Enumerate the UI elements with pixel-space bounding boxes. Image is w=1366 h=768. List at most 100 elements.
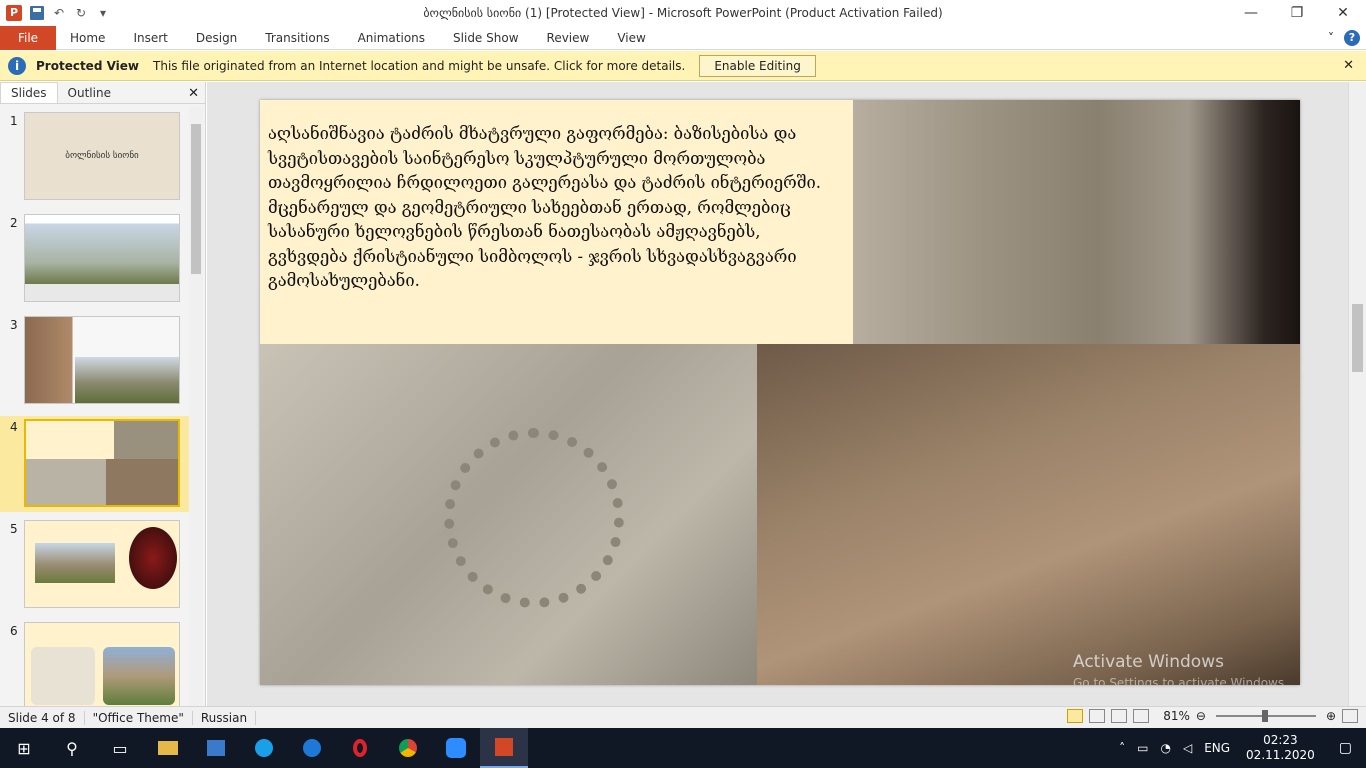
slide-indicator: Slide 4 of 8 <box>0 710 85 725</box>
slide-editor: აღსანიშნავია ტაძრის მხატვრული გაფორმება:… <box>207 82 1348 706</box>
normal-view-icon[interactable] <box>1067 709 1084 723</box>
tab-slide-show[interactable]: Slide Show <box>439 26 532 50</box>
slide-thumbnail-4[interactable]: 4 <box>0 416 190 512</box>
protected-view-title: Protected View <box>36 58 140 73</box>
restore-button[interactable]: ❐ <box>1274 0 1320 26</box>
zoom-out-icon[interactable]: ⊖ <box>1196 709 1206 723</box>
zoom-slider-knob[interactable] <box>1261 710 1268 722</box>
slide-preview-portrait <box>129 527 177 589</box>
slide-preview <box>24 520 180 608</box>
notifications-icon[interactable]: ▢ <box>1325 740 1366 756</box>
slide-thumbnail-2[interactable]: 2 <box>0 212 190 306</box>
edge-icon[interactable] <box>288 728 336 768</box>
editor-scrollbar[interactable] <box>1348 82 1366 706</box>
reading-view-icon[interactable] <box>1111 709 1128 723</box>
search-icon[interactable]: ⚲ <box>48 728 96 768</box>
slide-number: 1 <box>10 114 18 128</box>
protected-view-bar: i Protected View This file originated fr… <box>0 51 1366 81</box>
zoom-app-icon[interactable] <box>432 728 480 768</box>
slide-preview-photo <box>35 543 115 583</box>
tab-view[interactable]: View <box>603 26 659 50</box>
save-icon[interactable] <box>30 6 44 20</box>
slide-photo-relief[interactable] <box>757 344 1300 685</box>
slide-number: 4 <box>10 420 18 434</box>
opera-icon[interactable] <box>336 728 384 768</box>
slide-number: 5 <box>10 522 18 536</box>
battery-icon[interactable]: ▭ <box>1131 741 1154 755</box>
scrollbar-thumb[interactable] <box>1352 304 1363 372</box>
chrome-icon[interactable] <box>384 728 432 768</box>
zoom-slider[interactable] <box>1215 710 1316 722</box>
window-controls: — ❐ ✕ <box>1228 0 1366 26</box>
status-bar: Slide 4 of 8 "Office Theme" Russian 81% … <box>0 706 1366 728</box>
zoom-level[interactable]: 81% <box>1163 709 1190 723</box>
ribbon-tabs: File Home Insert Design Transitions Anim… <box>0 25 1366 50</box>
media-player-icon[interactable] <box>192 728 240 768</box>
close-icon[interactable]: ✕ <box>1343 58 1354 73</box>
activate-windows-subtext: Go to Settings to activate Windows. <box>1073 676 1288 685</box>
slide-preview-photo <box>26 459 106 505</box>
slide-preview <box>24 622 180 706</box>
tab-design[interactable]: Design <box>182 26 251 50</box>
fit-to-window-icon[interactable] <box>1342 709 1358 723</box>
slide-show-icon[interactable] <box>1133 709 1150 723</box>
slide-photo-inscription[interactable] <box>260 344 757 685</box>
volume-icon[interactable]: ◁ <box>1177 741 1198 755</box>
language-indicator[interactable]: Russian <box>193 710 257 725</box>
slide-preview: ბოლნისის სიონი <box>24 112 180 200</box>
enable-editing-button[interactable]: Enable Editing <box>699 54 816 77</box>
system-tray: ˄ ▭ ◔ ◁ ENG 02:23 02.11.2020 ▢ <box>1113 728 1366 768</box>
tab-insert[interactable]: Insert <box>119 26 181 50</box>
start-icon[interactable]: ⊞ <box>0 728 48 768</box>
undo-icon[interactable]: ↶ <box>52 6 66 20</box>
redo-icon[interactable]: ↻ <box>74 6 88 20</box>
slide-photo-capital[interactable] <box>853 100 1300 344</box>
ribbon-collapse-icon[interactable]: ˅ <box>1328 31 1334 45</box>
slide-preview <box>24 419 180 507</box>
tab-file[interactable]: File <box>0 25 56 50</box>
slide-preview-photo <box>103 647 175 705</box>
protected-view-message[interactable]: This file originated from an Internet lo… <box>153 59 685 73</box>
tab-animations[interactable]: Animations <box>344 26 439 50</box>
tab-slides[interactable]: Slides <box>0 82 58 103</box>
close-icon[interactable]: ✕ <box>188 86 199 101</box>
slide-thumbnail-6[interactable]: 6 <box>0 620 190 706</box>
powerpoint-logo-icon[interactable]: P <box>6 5 22 21</box>
file-explorer-icon[interactable] <box>144 728 192 768</box>
input-language[interactable]: ENG <box>1198 741 1236 755</box>
slide-preview <box>24 316 180 404</box>
skype-icon[interactable] <box>240 728 288 768</box>
tab-home[interactable]: Home <box>56 26 119 50</box>
slide-preview-title: ბოლნისის სიონი <box>65 151 139 161</box>
powerpoint-taskbar-icon[interactable] <box>480 728 528 768</box>
slide-thumbnail-1[interactable]: 1 ბოლნისის სიონი <box>0 110 190 204</box>
zoom-in-icon[interactable]: ⊕ <box>1326 709 1336 723</box>
slide-canvas[interactable]: აღსანიშნავია ტაძრის მხატვრული გაფორმება:… <box>260 100 1300 685</box>
slide-sorter-icon[interactable] <box>1089 709 1106 723</box>
slide-text-box[interactable]: აღსანიშნავია ტაძრის მხატვრული გაფორმება:… <box>260 100 853 344</box>
clock-time: 02:23 <box>1263 733 1298 747</box>
tab-outline[interactable]: Outline <box>58 83 121 103</box>
activate-windows-watermark: Activate Windows <box>1073 652 1224 672</box>
minimize-button[interactable]: — <box>1228 0 1274 26</box>
tab-transitions[interactable]: Transitions <box>251 26 343 50</box>
slide-preview <box>24 214 180 302</box>
theme-name: "Office Theme" <box>85 710 193 725</box>
tray-expand-icon[interactable]: ˄ <box>1113 741 1131 755</box>
slides-pane: Slides Outline ✕ 1 ბოლნისის სიონი 2 3 4 <box>0 82 206 706</box>
windows-taskbar: ⊞ ⚲ ▭ ˄ ▭ ◔ ◁ ENG 02:23 02.11.2020 ▢ <box>0 728 1366 768</box>
task-view-icon[interactable]: ▭ <box>96 728 144 768</box>
close-window-button[interactable]: ✕ <box>1320 0 1366 26</box>
help-icon[interactable]: ? <box>1344 30 1360 46</box>
wifi-icon[interactable]: ◔ <box>1154 741 1176 755</box>
slide-thumbnail-5[interactable]: 5 <box>0 518 190 612</box>
customize-qat-icon[interactable]: ▾ <box>96 6 110 20</box>
clock[interactable]: 02:23 02.11.2020 <box>1236 733 1325 763</box>
slide-thumbnail-3[interactable]: 3 <box>0 314 190 408</box>
slides-pane-scrollbar[interactable] <box>189 106 203 706</box>
scrollbar-thumb[interactable] <box>191 124 201 274</box>
tab-review[interactable]: Review <box>533 26 604 50</box>
slide-number: 2 <box>10 216 18 230</box>
slide-body-text: აღსანიშნავია ტაძრის მხატვრული გაფორმება:… <box>268 124 822 290</box>
quick-access-toolbar: P ↶ ↻ ▾ <box>0 0 110 26</box>
